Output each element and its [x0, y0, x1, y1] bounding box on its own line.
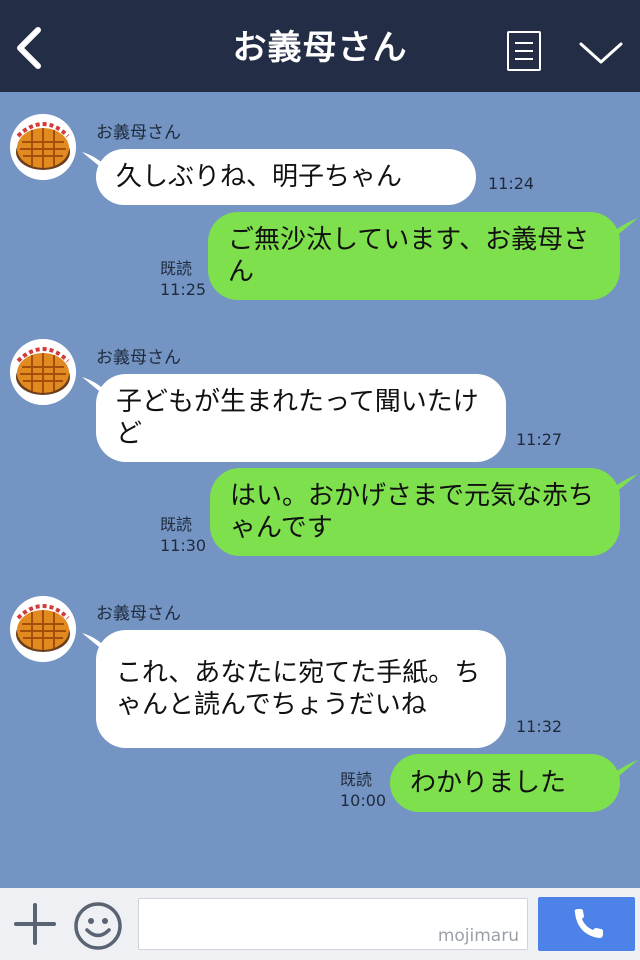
message-time: 11:24 — [488, 174, 535, 193]
avatar[interactable] — [10, 596, 76, 662]
message-meta: 既読 10:00 — [340, 769, 386, 811]
chat-title: お義母さん — [232, 28, 408, 68]
sender-name: お義母さん — [96, 123, 181, 143]
phone-icon — [574, 909, 603, 938]
message-text: はい。おかげさまで元気な赤ちゃんです — [230, 481, 595, 543]
pie-icon — [10, 339, 76, 405]
message-bubble-incoming[interactable]: 子どもが生まれたって聞いたけど — [96, 374, 506, 462]
bubble-tail — [608, 218, 638, 238]
avatar[interactable] — [10, 339, 76, 405]
message-meta: 既読 11:25 — [160, 258, 206, 300]
menu-button[interactable] — [507, 31, 541, 71]
back-button[interactable] — [10, 24, 50, 72]
pie-icon — [10, 114, 76, 180]
expand-button[interactable] — [578, 40, 624, 66]
message-bubble-outgoing[interactable]: わかりました — [390, 754, 620, 812]
message-text: これ、あなたに宛てた手紙。ちゃんと読んでちょうだいね — [116, 658, 481, 720]
message-text: 子どもが生まれたって聞いたけど — [116, 387, 479, 449]
plus-icon — [14, 903, 56, 945]
message-meta: 既読 11:30 — [160, 514, 206, 556]
message-time: 11:30 — [160, 536, 207, 555]
chevron-down-icon — [579, 42, 623, 64]
plus-button[interactable] — [14, 903, 56, 945]
read-receipt: 既読 — [160, 515, 193, 534]
chevron-left-icon — [17, 27, 41, 69]
sender-name: お義母さん — [96, 348, 181, 368]
message-time: 11:32 — [516, 717, 563, 736]
message-time: 10:00 — [340, 791, 387, 810]
message-bubble-incoming[interactable]: これ、あなたに宛てた手紙。ちゃんと読んでちょうだいね — [96, 630, 506, 748]
message-input[interactable]: mojimaru — [138, 898, 528, 950]
bubble-tail — [608, 760, 638, 780]
read-receipt: 既読 — [340, 770, 373, 789]
chat-header: お義母さん — [0, 0, 640, 92]
message-text: 久しぶりね、明子ちゃん — [116, 162, 403, 192]
message-bubble-incoming[interactable]: 久しぶりね、明子ちゃん — [96, 149, 476, 205]
sticker-button[interactable] — [73, 901, 123, 951]
call-button[interactable] — [538, 897, 635, 951]
message-text: わかりました — [410, 768, 567, 798]
message-time: 11:25 — [160, 280, 207, 299]
avatar[interactable] — [10, 114, 76, 180]
bubble-tail — [608, 474, 638, 494]
pie-icon — [10, 596, 76, 662]
watermark-text: mojimaru — [437, 926, 519, 946]
read-receipt: 既読 — [160, 259, 193, 278]
message-bubble-outgoing[interactable]: はい。おかげさまで元気な赤ちゃんです — [210, 468, 620, 556]
message-time: 11:27 — [516, 430, 563, 449]
sender-name: お義母さん — [96, 604, 181, 624]
message-bubble-outgoing[interactable]: ご無沙汰しています、お義母さん — [208, 212, 620, 300]
smiley-icon — [74, 902, 122, 950]
message-text: ご無沙汰しています、お義母さん — [228, 225, 590, 287]
chat-area[interactable]: お義母さん 久しぶりね、明子ちゃん 11:24 既読 11:25 ご無沙汰してい… — [0, 92, 640, 888]
